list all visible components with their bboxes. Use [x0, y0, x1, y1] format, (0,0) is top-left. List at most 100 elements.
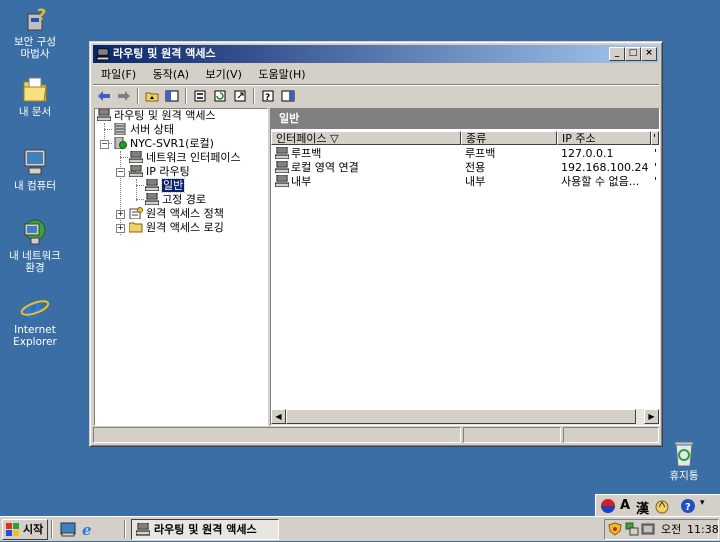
network-interface-icon	[128, 150, 144, 164]
properties-icon[interactable]	[191, 87, 209, 105]
tree-label: 원격 액세스 정책	[146, 207, 224, 220]
toolbar: ?	[93, 86, 659, 106]
forward-icon[interactable]	[115, 87, 133, 105]
horizontal-scrollbar[interactable]: ◀ ▶	[271, 409, 659, 425]
desktop-icon-label: 내 네트워크 환경	[9, 250, 61, 274]
tree-item-ip-routing[interactable]: IP 라우팅	[128, 164, 190, 179]
recycle-bin-icon	[668, 438, 700, 468]
windows-logo-icon	[6, 523, 20, 542]
svg-text:?: ?	[685, 502, 691, 513]
cell-interface: 로컬 영역 연결	[291, 161, 359, 174]
network-tray-icon[interactable]	[625, 522, 639, 542]
desktop-icon-my-documents[interactable]: 내 문서	[0, 74, 70, 118]
column-header-type[interactable]: 종류	[461, 131, 557, 145]
cell-more: '	[654, 175, 658, 188]
cell-ip: 사용할 수 없음...	[561, 175, 640, 188]
ime-mode-indicator[interactable]: A	[620, 498, 630, 513]
scroll-thumb[interactable]	[286, 409, 636, 424]
back-icon[interactable]	[95, 87, 113, 105]
menu-view[interactable]: 보기(V)	[201, 66, 247, 83]
desktop-icon-internet-explorer[interactable]: e Internet Explorer	[0, 292, 70, 348]
column-header-interface[interactable]: 인터페이스 ▽	[271, 131, 461, 145]
tree-item-remote-access-policy[interactable]: 원격 액세스 정책	[129, 207, 224, 221]
toolbar-separator	[253, 88, 255, 104]
cell-type: 전용	[465, 161, 486, 174]
tree-item-server[interactable]: NYC-SVR1(로컬)	[113, 136, 214, 151]
expand-toggle[interactable]: +	[116, 210, 125, 219]
tree-item-rras[interactable]: 라우팅 및 원격 액세스	[96, 108, 216, 123]
tree-item-static-routes[interactable]: 고정 경로	[144, 192, 206, 207]
langbar-options-icon[interactable]: ▾	[700, 498, 705, 508]
maximize-button[interactable]: □	[625, 47, 641, 61]
desktop-icon-security-wizard[interactable]: ? 보안 구성 마법사	[0, 4, 70, 60]
ime-pad-icon[interactable]	[654, 498, 670, 518]
tree-label: 원격 액세스 로깅	[146, 221, 224, 234]
cell-more: '	[654, 147, 658, 160]
show-hide-tree-icon[interactable]	[163, 87, 181, 105]
tree-label: 서버 상태	[130, 123, 174, 136]
tree-item-server-status[interactable]: 서버 상태	[113, 122, 174, 137]
help-icon[interactable]: ?	[259, 87, 277, 105]
tree-item-remote-access-logging[interactable]: 원격 액세스 로깅	[128, 221, 224, 235]
my-computer-icon	[19, 148, 51, 178]
system-tray: 오전 11:38	[604, 519, 719, 540]
desktop-icon-label: 내 문서	[18, 106, 52, 118]
menu-help[interactable]: 도움말(H)	[253, 66, 310, 83]
scroll-left-button[interactable]: ◀	[271, 409, 286, 424]
table-row[interactable]: 로컬 영역 연결 전용 192.168.100.24 '	[273, 161, 657, 175]
start-button[interactable]: 시작	[2, 519, 48, 540]
refresh-icon[interactable]	[211, 87, 229, 105]
policy-icon	[129, 207, 143, 220]
desktop-icon-my-computer[interactable]: 내 컴퓨터	[0, 148, 70, 192]
help-icon[interactable]: ?	[680, 498, 696, 518]
tree-label: 고정 경로	[162, 193, 206, 206]
table-row[interactable]: 내부 내부 사용할 수 없음... '	[273, 175, 657, 189]
clock[interactable]: 11:38	[687, 520, 719, 539]
rras-icon	[96, 108, 112, 122]
taskbar-separator	[124, 520, 126, 538]
expand-toggle[interactable]: +	[116, 224, 125, 233]
tree-label: NYC-SVR1(로컬)	[130, 137, 214, 150]
tree-label: IP 라우팅	[146, 165, 190, 178]
hanja-button[interactable]: 漢	[636, 498, 649, 517]
desktop-icon-my-network[interactable]: 내 네트워크 환경	[0, 218, 70, 274]
menu-file[interactable]: 파일(F)	[96, 66, 141, 83]
column-header-ip-address[interactable]: IP 주소	[557, 131, 651, 145]
internet-explorer-icon[interactable]: e	[80, 521, 96, 540]
tree-item-network-interfaces[interactable]: 네트워크 인터페이스	[128, 150, 241, 165]
taskbar: 시작 e 라우팅 및 원격 액세스 오전 11:38	[0, 516, 720, 541]
taskbar-separator	[51, 520, 53, 538]
desktop-icon-label: Internet Explorer	[13, 324, 57, 348]
taskbar-button-rras[interactable]: 라우팅 및 원격 액세스	[131, 519, 279, 540]
table-row[interactable]: 루프백 루프백 127.0.0.1 '	[273, 147, 657, 161]
svg-text:?: ?	[265, 93, 270, 102]
cell-ip: 127.0.0.1	[561, 147, 614, 160]
server-status-icon	[113, 122, 127, 136]
my-documents-icon	[19, 74, 51, 104]
collapse-toggle[interactable]: −	[100, 140, 109, 149]
toolbar-separator	[185, 88, 187, 104]
scroll-right-button[interactable]: ▶	[644, 409, 659, 424]
tree-item-general[interactable]: 일반	[144, 178, 186, 193]
show-hide-action-icon[interactable]	[279, 87, 297, 105]
detail-header: 일반	[271, 109, 659, 129]
rras-icon	[96, 47, 110, 61]
ime-tray-icon[interactable]	[641, 522, 655, 542]
export-icon[interactable]	[231, 87, 249, 105]
show-desktop-icon[interactable]	[60, 521, 76, 540]
language-bar: A 漢 ? ▾	[595, 494, 720, 518]
cell-type: 내부	[465, 175, 486, 188]
collapse-toggle[interactable]: −	[116, 168, 125, 177]
up-icon[interactable]	[143, 87, 161, 105]
menu-action[interactable]: 동작(A)	[148, 66, 194, 83]
taskbar-button-label: 라우팅 및 원격 액세스	[154, 523, 257, 536]
security-shield-icon[interactable]	[608, 522, 622, 542]
cell-interface: 루프백	[291, 147, 322, 160]
title-bar[interactable]: 라우팅 및 원격 액세스 _ □ ×	[93, 45, 659, 63]
column-header-more[interactable]: '	[651, 131, 659, 145]
korean-flag-icon[interactable]	[600, 498, 616, 518]
minimize-button[interactable]: _	[609, 47, 625, 61]
cell-ip: 192.168.100.24	[561, 161, 649, 174]
detail-pane: 일반 인터페이스 ▽ 종류 IP 주소 ' 루프백 루프백 127.0.0.1 …	[270, 108, 660, 426]
close-button[interactable]: ×	[641, 47, 657, 61]
